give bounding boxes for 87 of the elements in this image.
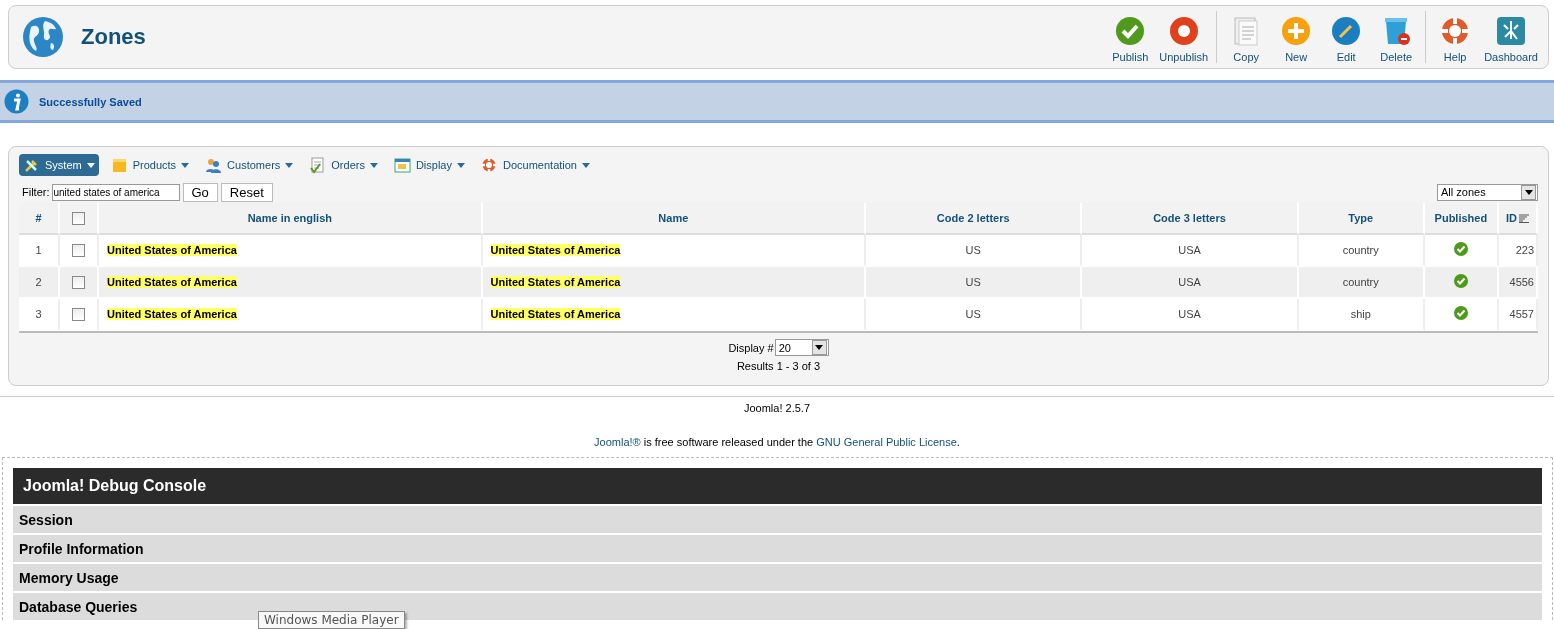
table-cell: 223 (1515, 244, 1534, 256)
table-cell: USA (1178, 244, 1201, 256)
page-title: Zones (81, 24, 147, 50)
zone-name[interactable]: United States of America (107, 308, 237, 320)
toolbar-button[interactable]: Help (1430, 11, 1481, 63)
column-header[interactable]: Code 3 letters (1153, 212, 1226, 224)
toolbar-button[interactable]: Unpublish (1155, 11, 1213, 63)
column-header[interactable]: Published (1434, 212, 1488, 224)
plus-circle-icon (1280, 15, 1313, 47)
license-text: Joomla!® is free software released under the GNU General Public License. (594, 436, 960, 448)
column-header[interactable]: Code 2 letters (936, 212, 1010, 224)
checkbox[interactable] (72, 275, 86, 289)
info-icon (4, 89, 29, 114)
people-icon (205, 156, 223, 174)
zone-name[interactable]: United States of America (490, 276, 621, 288)
caret-icon (582, 162, 590, 168)
console-section[interactable]: Memory Usage (13, 564, 1542, 591)
window-icon (393, 156, 411, 174)
display-label: Display # (728, 341, 774, 354)
pencil-circle-icon (1330, 15, 1363, 47)
table-cell: 1 (35, 244, 42, 256)
console-section[interactable]: Profile Information (13, 535, 1542, 562)
table-cell: country (1342, 276, 1379, 288)
zone-name[interactable]: United States of America (107, 276, 237, 288)
caret-icon (815, 345, 824, 350)
menu-item[interactable]: System (19, 154, 99, 176)
license-link[interactable]: GNU General Public License (816, 436, 957, 448)
filter-label: Filter: (22, 186, 50, 198)
table-cell: ship (1350, 308, 1371, 320)
toolbar-button[interactable]: Copy (1221, 11, 1272, 63)
page-size-select[interactable]: 20 (774, 339, 829, 356)
column-header[interactable]: Name (658, 212, 689, 224)
checkbox[interactable] (72, 211, 86, 225)
table-cell: USA (1178, 276, 1201, 288)
message-text: Successfully Saved (39, 95, 142, 108)
caret-icon (369, 162, 378, 168)
menu-item[interactable]: Customers (201, 154, 298, 176)
zone-select[interactable]: All zones (1437, 183, 1538, 201)
check-circle-icon (1114, 15, 1147, 47)
lifebuoy-icon (481, 156, 498, 174)
checkbox[interactable] (72, 307, 86, 321)
license-link[interactable]: Joomla!® (594, 436, 641, 448)
checkbox[interactable] (72, 243, 86, 257)
filter-field[interactable]: united states of america (51, 183, 180, 201)
menu-item[interactable]: Products (106, 154, 194, 176)
table-cell: US (965, 276, 981, 288)
console-title: Joomla! Debug Console (13, 468, 1542, 504)
box-icon (110, 156, 128, 174)
table-cell: US (965, 308, 981, 320)
table-cell: 2 (35, 276, 42, 288)
menu-item[interactable]: Documentation (477, 154, 594, 176)
toolbar-button[interactable]: Publish (1105, 11, 1156, 63)
column-header[interactable]: Type (1348, 212, 1374, 224)
filter-button[interactable]: Go (182, 182, 218, 202)
caret-icon (1524, 189, 1533, 195)
menu-item[interactable]: Display (389, 154, 469, 176)
caret-icon (181, 162, 190, 168)
caret-icon (86, 162, 95, 168)
toolbar-button[interactable]: Dashboard (1480, 11, 1542, 63)
table-cell: country (1342, 244, 1379, 256)
toolbar-button[interactable]: New (1271, 11, 1322, 63)
menu-item[interactable]: Orders (305, 154, 382, 176)
version-text: Joomla! 2.5.7 (742, 402, 811, 414)
tooltip: Windows Media Player (258, 611, 405, 629)
table-cell: 3 (35, 308, 42, 320)
column-header[interactable]: Name in english (247, 212, 332, 224)
document-check-icon (309, 156, 327, 174)
tile-icon (1495, 15, 1528, 47)
filter-button[interactable]: Reset (220, 182, 273, 202)
check-circle-icon[interactable] (1453, 242, 1468, 256)
column-header[interactable]: ID (1505, 212, 1517, 224)
console-section[interactable]: Session (13, 506, 1542, 533)
table-cell: US (965, 244, 981, 256)
toolbar-button[interactable]: Edit (1321, 11, 1372, 63)
table-cell: 4556 (1509, 276, 1534, 288)
table-cell: 4557 (1509, 308, 1534, 320)
caret-icon (285, 162, 294, 168)
column-header[interactable]: # (35, 212, 42, 224)
results-count: Results 1 - 3 of 3 (736, 360, 821, 372)
zone-name[interactable]: United States of America (107, 244, 237, 256)
table-cell: USA (1178, 308, 1201, 320)
check-circle-icon[interactable] (1453, 306, 1468, 320)
stop-circle-icon (1167, 15, 1200, 47)
caret-icon (457, 162, 465, 168)
globe-icon (21, 15, 65, 59)
check-circle-icon[interactable] (1453, 274, 1468, 288)
toolbar-button[interactable]: Delete (1371, 11, 1422, 63)
